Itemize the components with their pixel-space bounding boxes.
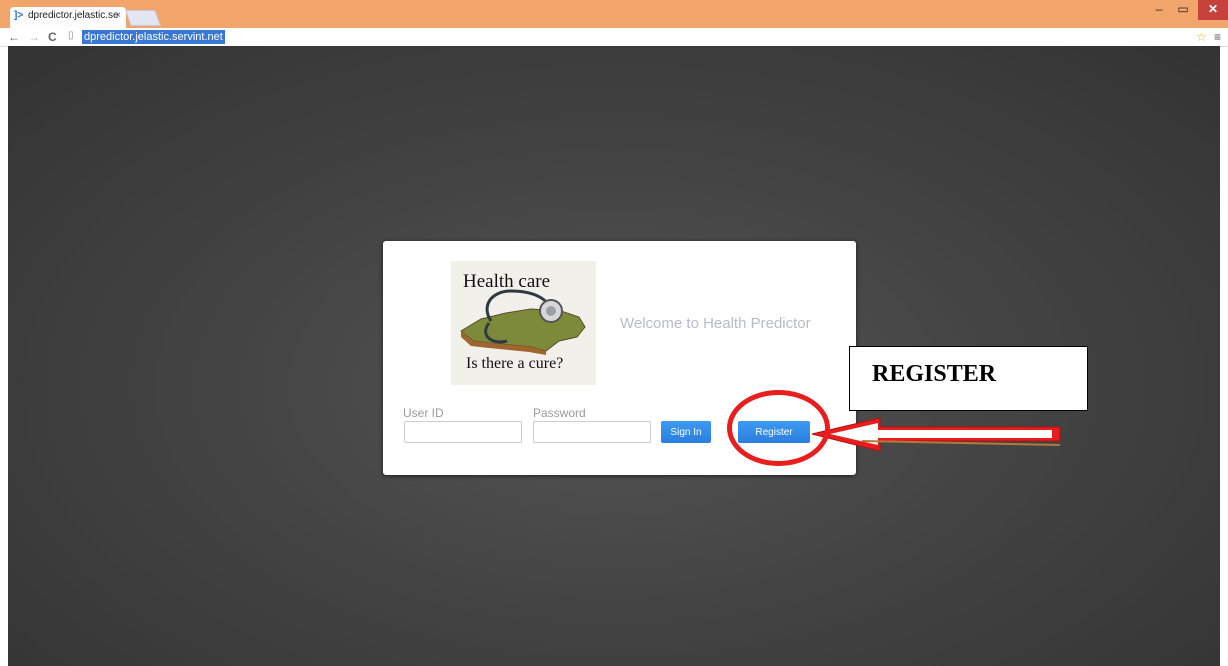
pointer-arrow-icon [811, 417, 1061, 452]
register-highlight-circle [727, 390, 830, 466]
